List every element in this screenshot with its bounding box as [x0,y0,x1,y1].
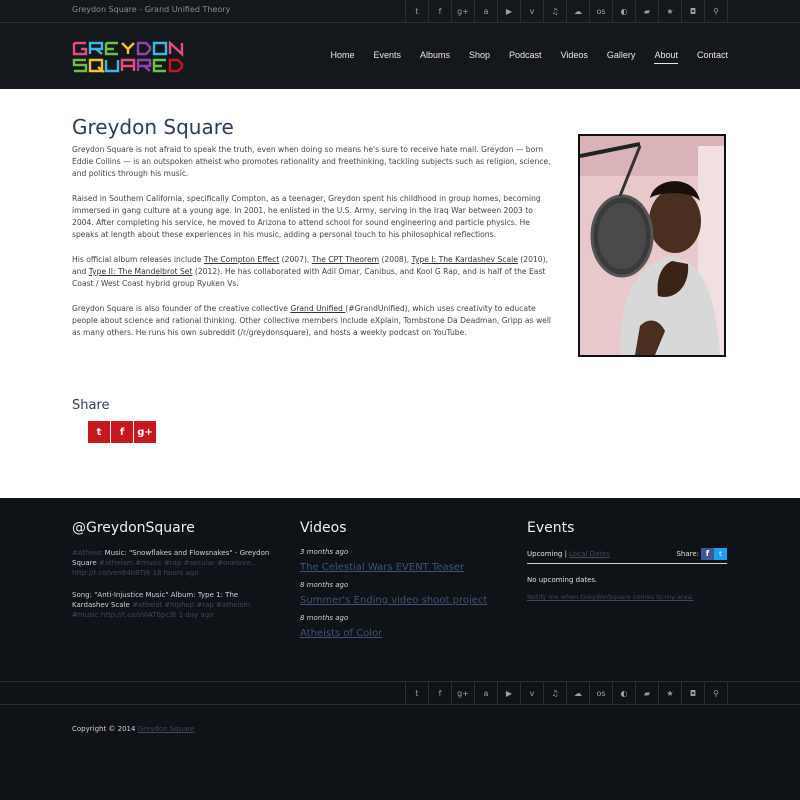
text: (2007), [279,255,312,264]
events-tabs: Upcoming | Local Dates [527,550,610,558]
twitter-icon[interactable]: t [405,0,428,22]
main-content: Greydon Square Greydon Square is not afr… [0,89,800,498]
artist-photo [578,134,726,357]
videos-heading: Videos [300,520,347,536]
lastfm-icon[interactable]: os [589,682,612,704]
share-buttons: t f g+ [88,421,156,443]
text: (2008), [379,255,412,264]
nav-contact[interactable]: Contact [697,50,728,64]
copyright-text: Copyright © 2014 [72,725,138,733]
facebook-icon[interactable]: f [428,0,451,22]
events-heading: Events [527,520,575,536]
video-link[interactable]: Atheists of Color [300,628,500,639]
music-icon[interactable]: ♫ [543,682,566,704]
facebook-icon[interactable]: f [428,682,451,704]
music-icon[interactable]: ♫ [543,0,566,22]
nav-shop[interactable]: Shop [469,50,490,64]
share-facebook-button[interactable]: f [111,421,133,443]
footer-social-icons: t f g+ a ▶ v ♫ ☁ os ◐ ▰ ★ ◘ ⚲ [405,682,728,704]
instagram-icon[interactable]: ◘ [681,0,704,22]
bandcamp-icon[interactable]: ◐ [612,0,635,22]
video-link[interactable]: The Celestial Wars EVENT Teaser [300,562,500,573]
bio-paragraph-3: His official album releases include The … [72,254,552,290]
facebook-share-icon[interactable]: f [701,548,714,560]
tweet: #Atheist Music: "Snowflakes and Flowsnak… [72,548,272,578]
nav-albums[interactable]: Albums [420,50,450,64]
tweet-list: #Atheist Music: "Snowflakes and Flowsnak… [72,548,272,620]
tweet: Song: "Anti-Injustice Music" Album: Type… [72,590,272,620]
vimeo-icon[interactable]: v [520,0,543,22]
tweet-meta[interactable]: #atheism #music #rap #secular #onelove..… [72,559,257,577]
video-date: 8 months ago [300,614,349,622]
bio-paragraph-1: Greydon Square is not afraid to speak th… [72,145,551,178]
video-date: 8 months ago [300,581,349,589]
twitter-share-icon[interactable]: t [714,548,727,560]
search-icon[interactable]: ⚲ [704,682,728,704]
top-social-icons: t f g+ a ▶ v ♫ ☁ os ◐ ▰ ★ ◘ ⚲ [405,0,728,22]
nav-podcast[interactable]: Podcast [509,50,542,64]
text: His official album releases include [72,255,204,264]
soundcloud-icon[interactable]: ☁ [566,682,589,704]
biography: Greydon Square is not afraid to speak th… [72,144,552,352]
googleplus-icon[interactable]: g+ [451,682,474,704]
bandcamp-icon[interactable]: ◐ [612,682,635,704]
footer: @GreydonSquare #Atheist Music: "Snowflak… [0,498,800,800]
video-date: 3 months ago [300,548,349,556]
notify-link[interactable]: Notify me when GreydonSquare comes to my… [527,593,727,601]
tab-upcoming[interactable]: Upcoming [527,550,562,558]
events-share: Share: f t [676,548,727,560]
site-header: Home Events Albums Shop Podcast Videos Gallery… [0,23,800,89]
flag-icon[interactable]: ▰ [635,0,658,22]
bio-paragraph-4: Greydon Square is also founder of the cr… [72,303,552,339]
top-bar: Greydon Square - Grand Unified Theory tf… [0,0,800,23]
vimeo-icon[interactable]: v [520,682,543,704]
twitter-heading: @GreydonSquare [72,520,195,536]
video-list: 3 months ago The Celestial Wars EVENT Tea… [300,548,500,639]
album-link-cpt-theorem[interactable]: The CPT Theorem [312,255,379,264]
youtube-icon[interactable]: ▶ [497,682,520,704]
instagram-icon[interactable]: ◘ [681,682,704,704]
events-widget: Events Upcoming | Local Dates Share: f t N… [527,520,727,601]
soundcloud-icon[interactable]: ☁ [566,0,589,22]
nav-videos[interactable]: Videos [561,50,588,64]
tweet-hashtag[interactable]: #Atheist [72,549,102,557]
amazon-icon[interactable]: a [474,682,497,704]
album-link-kardashev-scale[interactable]: Type I: The Kardashev Scale [412,255,518,264]
share-twitter-button[interactable]: t [88,421,110,443]
star-icon[interactable]: ★ [658,0,681,22]
copyright-link[interactable]: Greydon Square [138,725,195,733]
tab-local-dates[interactable]: Local Dates [569,550,610,558]
search-icon[interactable]: ⚲ [704,0,728,22]
twitter-icon[interactable]: t [405,682,428,704]
no-events-text: No upcoming dates. [527,576,598,584]
flag-icon[interactable]: ▰ [635,682,658,704]
video-link[interactable]: Summer's Ending video shoot project [300,595,500,606]
amazon-icon[interactable]: a [474,0,497,22]
share-googleplus-button[interactable]: g+ [134,421,156,443]
events-share-label: Share: [676,550,699,558]
events-header: Upcoming | Local Dates Share: f t [527,548,727,564]
album-link-compton-effect[interactable]: The Compton Effect [204,255,279,264]
page-title: Greydon Square [72,115,234,139]
bio-paragraph-2: Raised in Southern California, specifica… [72,194,541,239]
youtube-icon[interactable]: ▶ [497,0,520,22]
nav-events[interactable]: Events [373,50,401,64]
site-tagline: Greydon Square - Grand Unified Theory [72,5,231,14]
videos-widget: Videos 3 months ago The Celestial Wars EV… [300,520,500,647]
lastfm-icon[interactable]: os [589,0,612,22]
nav-about[interactable]: About [654,50,678,64]
grand-unified-link[interactable]: Grand Unified [290,304,345,313]
main-nav: Home Events Albums Shop Podcast Videos Gallery… [311,50,728,64]
footer-social-bar: t f g+ a ▶ v ♫ ☁ os ◐ ▰ ★ ◘ ⚲ [0,681,800,705]
star-icon[interactable]: ★ [658,682,681,704]
nav-home[interactable]: Home [330,50,354,64]
text: Greydon Square is also founder of the cr… [72,304,291,313]
album-link-mandelbrot-set[interactable]: Type II: The Mandelbrot Set [89,267,193,276]
copyright: Copyright © 2014 Greydon Square [72,725,194,733]
nav-gallery[interactable]: Gallery [607,50,636,64]
googleplus-icon[interactable]: g+ [451,0,474,22]
site-logo[interactable] [72,41,208,73]
twitter-widget: @GreydonSquare #Atheist Music: "Snowflak… [72,520,272,632]
share-heading: Share [72,398,110,413]
